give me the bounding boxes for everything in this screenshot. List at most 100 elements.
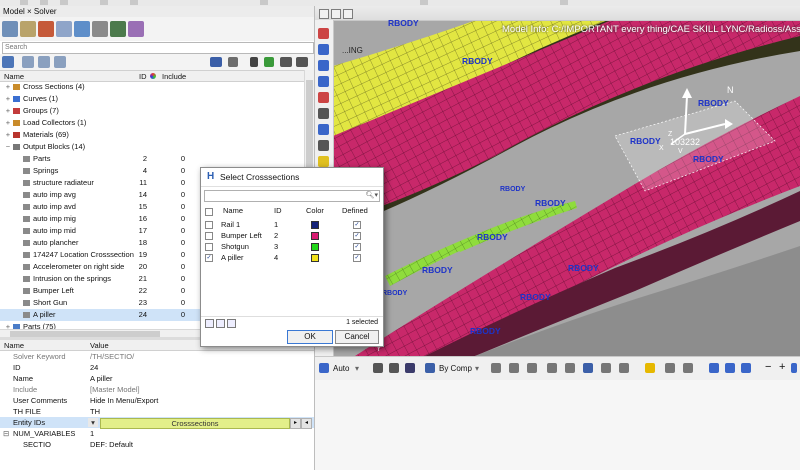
chevron-down-icon[interactable]: ▾ [475, 364, 479, 373]
expand-icon[interactable]: + [4, 117, 12, 129]
expand-icon[interactable]: + [4, 105, 12, 117]
property-value[interactable]: 24 [90, 362, 98, 373]
shade-icon[interactable] [583, 363, 593, 373]
tree-col-include[interactable]: Include [162, 72, 186, 81]
property-row[interactable]: TH FILE TH [0, 406, 314, 417]
property-row[interactable]: Include [Master Model] [0, 384, 314, 395]
loadstep-view-icon[interactable] [128, 21, 144, 37]
by-comp-dropdown[interactable]: By Comp [439, 364, 472, 373]
select-none-icon[interactable] [216, 319, 225, 328]
dialog-titlebar[interactable]: H Select Crosssections [201, 168, 383, 187]
property-value[interactable]: Hide In Menu/Export [90, 395, 158, 406]
show-icon[interactable] [264, 57, 274, 67]
arrow-right-icon[interactable] [725, 363, 735, 373]
tree-folder[interactable]: + Load Collectors (1) [0, 117, 304, 129]
color-mode-icon[interactable] [425, 363, 435, 373]
row-checkbox[interactable] [205, 243, 213, 251]
tool-icon[interactable] [683, 363, 693, 373]
browser-search-input[interactable]: Search [2, 42, 314, 54]
cube-icon[interactable] [405, 363, 415, 373]
search-icon[interactable]: 🔍︎▾ [366, 191, 378, 201]
display-mode-icon[interactable] [210, 57, 222, 67]
row-checkbox[interactable]: ✓ [205, 254, 213, 262]
view-icon[interactable] [318, 44, 329, 55]
browser-menu-icon[interactable] [2, 56, 14, 68]
toolbar-icon[interactable] [40, 0, 48, 5]
row-checkbox[interactable] [205, 232, 213, 240]
select-all-icon[interactable] [205, 319, 214, 328]
mesh-icon[interactable] [509, 363, 519, 373]
arrow-left-icon[interactable] [709, 363, 719, 373]
view-icon[interactable] [318, 28, 329, 39]
view-icon[interactable] [318, 140, 329, 151]
collapse-icon[interactable]: − [4, 141, 12, 153]
view-icon[interactable] [318, 76, 329, 87]
expand-icon[interactable]: + [4, 93, 12, 105]
plus-icon[interactable]: + [779, 361, 785, 373]
cancel-button[interactable]: Cancel [335, 330, 379, 344]
eye-icon[interactable] [280, 57, 292, 67]
filter-icon[interactable] [22, 56, 34, 68]
pointer-icon[interactable] [250, 57, 258, 67]
display-icon[interactable] [228, 57, 238, 67]
entity-view-icon[interactable] [110, 21, 126, 37]
property-row[interactable]: ID 24 [0, 362, 314, 373]
row-checkbox[interactable] [205, 221, 213, 229]
rotate-icon[interactable] [741, 363, 751, 373]
browser-tab-label[interactable]: Model × Solver [3, 7, 57, 16]
toolbar-icon[interactable] [60, 0, 68, 5]
chevron-down-icon[interactable]: ▾ [88, 418, 98, 427]
material-view-icon[interactable] [38, 21, 54, 37]
include-view-icon[interactable] [74, 21, 90, 37]
toolbar-icon[interactable] [560, 0, 568, 5]
view-icon[interactable] [318, 92, 329, 103]
view-icon[interactable] [318, 156, 329, 167]
crosssection-row[interactable]: Shotgun 3 ✓ [204, 241, 379, 252]
tree-folder[interactable]: + Cross Sections (4) [0, 81, 304, 93]
minus-icon[interactable]: − [765, 361, 771, 373]
node-icon[interactable] [565, 363, 575, 373]
window-icon[interactable] [343, 9, 353, 19]
assembly-view-icon[interactable] [20, 21, 36, 37]
filter-icon[interactable] [54, 56, 66, 68]
shade-icon[interactable] [601, 363, 611, 373]
dialog-col-id[interactable]: ID [274, 206, 282, 215]
star-icon[interactable] [645, 363, 655, 373]
line-icon[interactable] [547, 363, 557, 373]
info-icon[interactable] [318, 124, 329, 135]
expand-icon[interactable]: + [4, 81, 12, 93]
tree-item[interactable]: Parts 2 0 [0, 153, 304, 165]
tree-folder[interactable]: + Curves (1) [0, 93, 304, 105]
num-variables-row[interactable]: ⊟ NUM_VARIABLES 1 [0, 428, 314, 439]
mesh-icon[interactable] [527, 363, 537, 373]
toolbar-icon[interactable] [130, 0, 138, 5]
view-icon[interactable] [318, 108, 329, 119]
mesh-icon[interactable] [491, 363, 501, 373]
toolbar-icon[interactable] [260, 0, 268, 5]
dialog-col-defined[interactable]: Defined [342, 206, 368, 215]
shade-icon[interactable] [619, 363, 629, 373]
expand-icon[interactable]: + [4, 129, 12, 141]
property-value[interactable]: TH [90, 406, 100, 417]
dialog-col-name[interactable]: Name [223, 206, 243, 215]
display-icon[interactable] [389, 363, 399, 373]
property-row[interactable]: Solver Keyword/TH/SECTIO/ [0, 351, 314, 362]
property-view-icon[interactable] [56, 21, 72, 37]
tree-col-id[interactable]: ID [139, 72, 147, 81]
dialog-col-color[interactable]: Color [306, 206, 324, 215]
property-row[interactable]: User Comments Hide In Menu/Export [0, 395, 314, 406]
reverse-selection-icon[interactable] [227, 319, 236, 328]
solver-view-icon[interactable] [92, 21, 108, 37]
toolbar-icon[interactable] [420, 0, 428, 5]
window-icon[interactable] [331, 9, 341, 19]
zoom-icon[interactable] [791, 363, 797, 373]
tree-folder[interactable]: + Groups (7) [0, 105, 304, 117]
ok-button[interactable]: OK [287, 330, 333, 344]
auto-dropdown[interactable]: Auto [333, 364, 349, 373]
crosssection-row[interactable]: Bumper Left 2 ✓ [204, 230, 379, 241]
chevron-down-icon[interactable]: ▾ [355, 364, 359, 373]
tree-folder[interactable]: + Materials (69) [0, 129, 304, 141]
crosssection-row[interactable]: Rail 1 1 ✓ [204, 219, 379, 230]
toolbar-icon[interactable] [20, 0, 28, 5]
tree-folder[interactable]: − Output Blocks (14) [0, 141, 304, 153]
